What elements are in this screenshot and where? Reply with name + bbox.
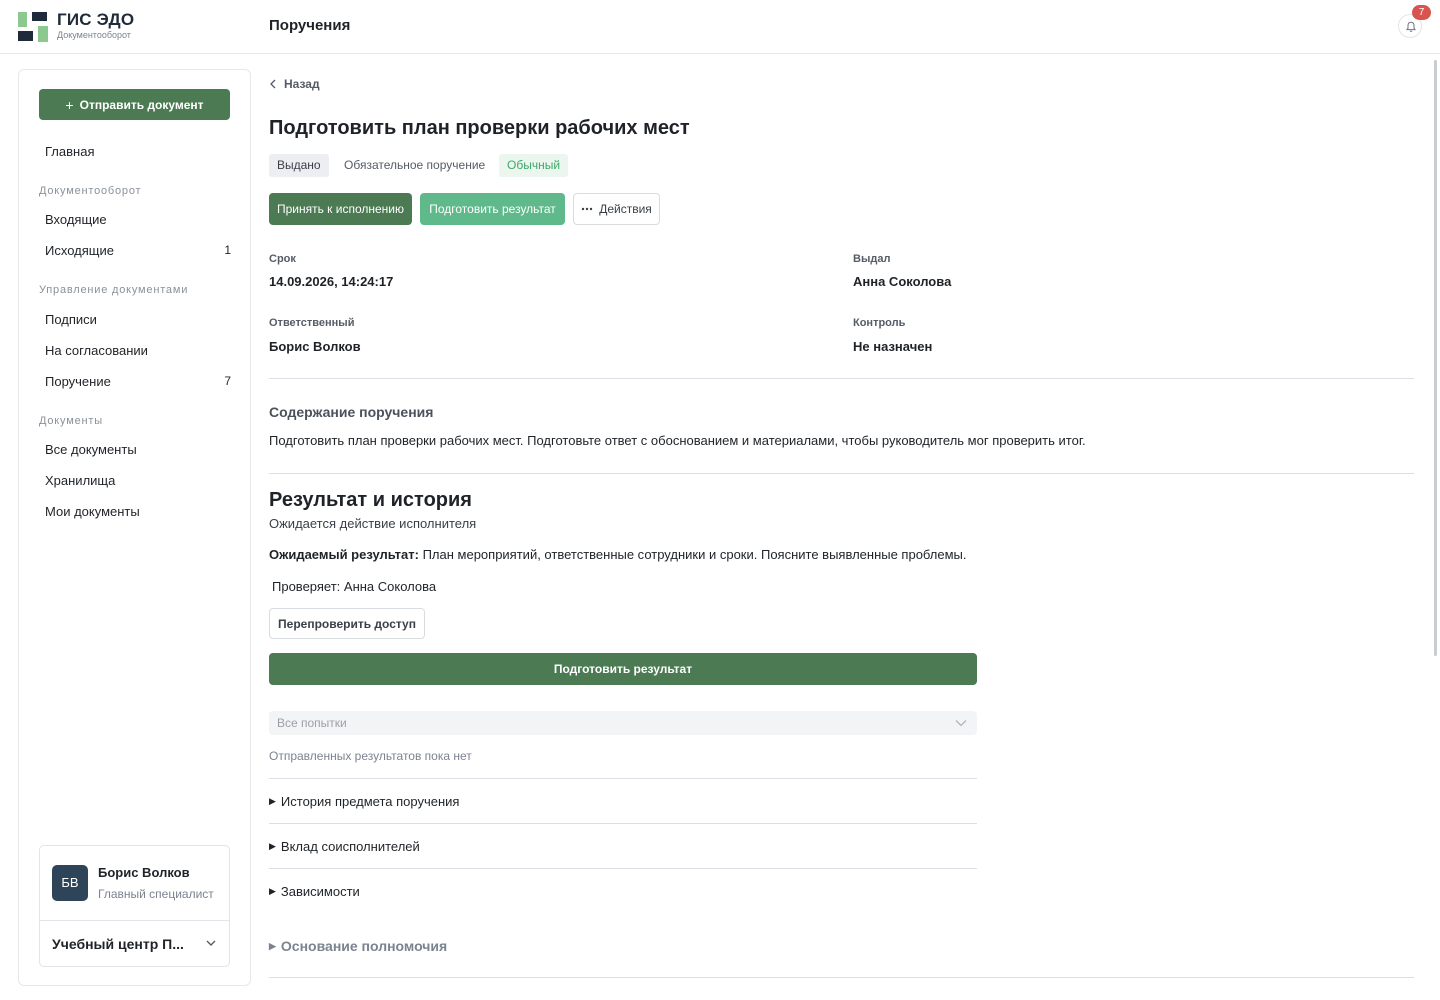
organization-selector[interactable]: Учебный центр П... xyxy=(52,936,192,952)
dependencies-toggle[interactable]: ▶ Зависимости xyxy=(269,884,360,899)
coexecutors-toggle-label: Вклад соисполнителей xyxy=(280,839,420,854)
attempts-select[interactable]: Все попытки xyxy=(269,711,977,735)
brand-title: ГИС ЭДО xyxy=(57,10,135,29)
priority-badge: Обычный xyxy=(499,154,569,177)
user-role: Главный специалист xyxy=(98,887,214,901)
content-text: Подготовить план проверки рабочих мест. … xyxy=(269,433,1086,448)
top-bar: ГИС ЭДО Документооборот Поручения xyxy=(0,0,1440,54)
triangle-right-icon: ▶ xyxy=(269,841,276,851)
actions-label: Действия xyxy=(599,202,652,216)
send-document-button[interactable]: + Отправить документ xyxy=(39,89,230,120)
plus-icon: + xyxy=(65,96,74,113)
responsible-label: Ответственный xyxy=(269,317,355,329)
scrollbar[interactable] xyxy=(1434,60,1437,656)
divider xyxy=(269,778,977,779)
sidebar-item-my-documents[interactable]: Мои документы xyxy=(45,504,231,519)
page-title: Поручения xyxy=(269,17,351,34)
type-badge: Обязательное поручение xyxy=(344,158,486,172)
chevron-down-icon xyxy=(955,720,967,727)
sidebar-item-label: Все документы xyxy=(45,442,137,457)
sidebar-group-title: Документооборот xyxy=(39,185,142,197)
divider xyxy=(269,977,1414,978)
attempts-select-value: Все попытки xyxy=(277,716,347,730)
coexecutors-toggle[interactable]: ▶ Вклад соисполнителей xyxy=(269,839,420,854)
result-section-title: Результат и история xyxy=(269,489,472,511)
expected-result: Ожидаемый результат: План мероприятий, о… xyxy=(269,547,967,562)
control-label: Контроль xyxy=(853,317,906,329)
divider xyxy=(269,378,1414,379)
divider xyxy=(269,473,1414,474)
brand-subtitle: Документооборот xyxy=(57,30,131,40)
sidebar-item-label: Подписи xyxy=(45,312,97,327)
sidebar-item-incoming[interactable]: Входящие xyxy=(45,212,231,227)
logo-icon xyxy=(18,12,50,42)
no-results-text: Отправленных результатов пока нет xyxy=(269,749,472,763)
sidebar-item-label: Исходящие xyxy=(45,243,114,258)
issuer-label: Выдал xyxy=(853,253,891,265)
dependencies-toggle-label: Зависимости xyxy=(280,884,360,899)
user-card: БВ Борис Волков Главный специалист Учебн… xyxy=(39,845,230,967)
sidebar-item-label: Главная xyxy=(45,144,95,159)
sidebar: + Отправить документ Главная Документооб… xyxy=(18,69,251,986)
history-toggle[interactable]: ▶ История предмета поручения xyxy=(269,794,459,809)
checker-info: Проверяет: Анна Соколова xyxy=(272,579,437,594)
back-link[interactable]: Назад xyxy=(269,77,320,91)
history-toggle-label: История предмета поручения xyxy=(280,794,460,809)
responsible-value: Борис Волков xyxy=(269,339,361,354)
bell-icon xyxy=(1406,21,1416,32)
authority-basis-toggle[interactable]: ▶ Основание полномочия xyxy=(269,938,447,954)
sidebar-item-approval[interactable]: На согласовании xyxy=(45,343,231,358)
divider xyxy=(40,920,229,921)
triangle-right-icon: ▶ xyxy=(269,940,276,951)
more-dots-icon xyxy=(582,207,593,211)
issuer-value: Анна Соколова xyxy=(853,274,952,289)
sidebar-group-title: Документы xyxy=(39,415,103,427)
divider xyxy=(269,823,977,824)
sidebar-item-assignments[interactable]: Поручение 7 xyxy=(45,374,231,389)
deadline-value: 14.09.2026, 14:24:17 xyxy=(269,274,394,289)
sidebar-item-count: 7 xyxy=(224,374,231,388)
notification-badge: 7 xyxy=(1412,5,1431,20)
user-name: Борис Волков xyxy=(98,865,190,880)
chevron-left-icon xyxy=(270,79,276,89)
sidebar-item-label: На согласовании xyxy=(45,343,148,358)
sidebar-item-signatures[interactable]: Подписи xyxy=(45,312,231,327)
sidebar-item-storages[interactable]: Хранилища xyxy=(45,473,231,488)
sidebar-item-label: Мои документы xyxy=(45,504,140,519)
content-section-title: Содержание поручения xyxy=(269,404,434,420)
brand: ГИС ЭДО Документооборот xyxy=(57,11,134,41)
actions-button[interactable]: Действия xyxy=(573,193,660,225)
sidebar-item-count: 1 xyxy=(224,243,231,257)
expected-result-label: Ожидаемый результат: xyxy=(269,547,419,562)
sidebar-item-label: Хранилища xyxy=(45,473,116,488)
authority-basis-label: Основание полномочия xyxy=(280,938,448,954)
expected-result-text: План мероприятий, ответственные сотрудни… xyxy=(422,547,967,562)
sidebar-item-label: Входящие xyxy=(45,212,107,227)
task-title: Подготовить план проверки рабочих мест xyxy=(269,117,690,139)
send-document-label: Отправить документ xyxy=(79,97,204,112)
prepare-result-main-button[interactable]: Подготовить результат xyxy=(269,653,977,685)
divider xyxy=(269,868,977,869)
status-badge: Выдано xyxy=(269,154,329,177)
prepare-result-button[interactable]: Подготовить результат xyxy=(420,193,565,225)
sidebar-item-all-documents[interactable]: Все документы xyxy=(45,442,231,457)
result-status: Ожидается действие исполнителя xyxy=(269,516,477,531)
deadline-label: Срок xyxy=(269,253,296,265)
recheck-access-button[interactable]: Перепроверить доступ xyxy=(269,608,425,639)
chevron-down-icon[interactable] xyxy=(205,937,217,949)
back-label: Назад xyxy=(284,77,320,91)
triangle-right-icon: ▶ xyxy=(269,796,276,806)
triangle-right-icon: ▶ xyxy=(269,886,276,896)
sidebar-item-home[interactable]: Главная xyxy=(45,144,231,159)
sidebar-item-label: Поручение xyxy=(45,374,111,389)
control-value: Не назначен xyxy=(853,339,933,354)
sidebar-item-outgoing[interactable]: Исходящие 1 xyxy=(45,243,231,258)
sidebar-group-title: Управление документами xyxy=(39,284,189,296)
avatar: БВ xyxy=(52,865,88,901)
accept-button[interactable]: Принять к исполнению xyxy=(269,193,412,225)
